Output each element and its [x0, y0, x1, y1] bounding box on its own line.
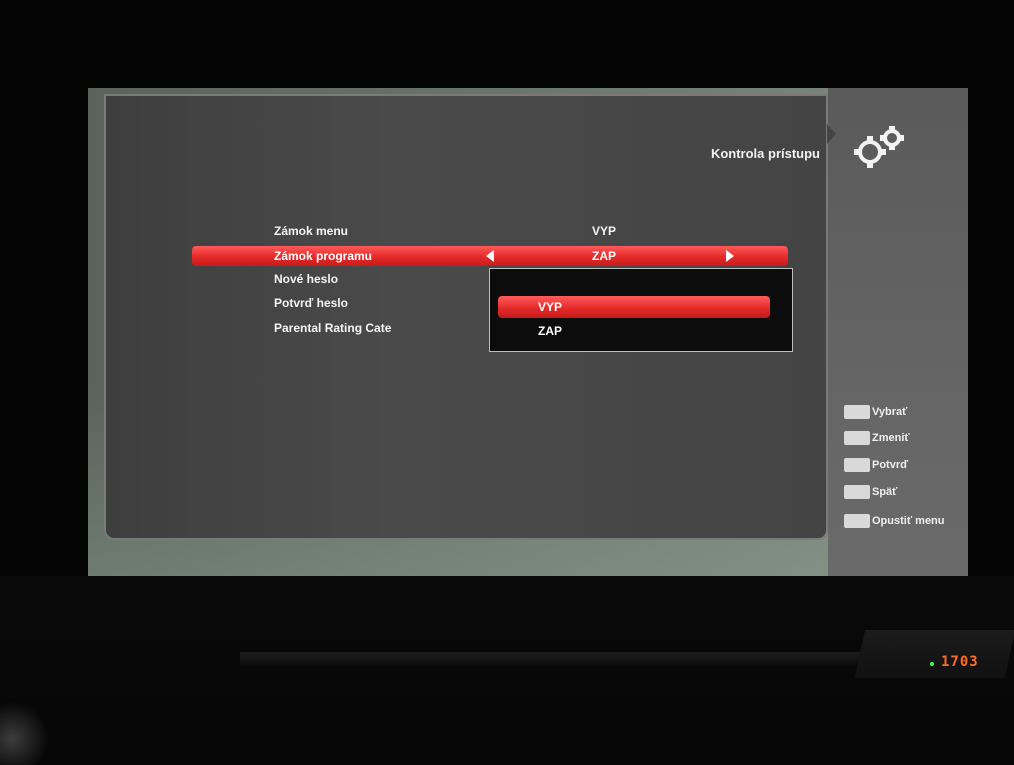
- arrow-right-icon[interactable]: [726, 250, 734, 262]
- hint-back: Späť: [844, 485, 897, 501]
- hint-select: Vybrať: [844, 405, 907, 421]
- menu-row-value-lock-menu: VYP: [592, 224, 617, 238]
- page-title: Kontrola prístupu: [710, 146, 820, 161]
- sidebar-notch: [827, 124, 836, 144]
- menu-row-label-lock-program: Zámok programu: [274, 249, 373, 263]
- tv-screen: Kontrola prístupu Zámok menu VYP Zámok p…: [88, 88, 968, 576]
- key-ok-icon: [844, 458, 870, 472]
- dropdown-option-label: VYP: [538, 300, 563, 314]
- menu-row-value-lock-program: ZAP: [592, 249, 616, 263]
- hint-change: Zmeniť: [844, 431, 910, 447]
- set-top-box-front: [854, 630, 1014, 678]
- light-glare: [0, 700, 60, 765]
- power-led-icon: [930, 662, 934, 666]
- menu-row-label-confirm-password[interactable]: Potvrď heslo: [274, 296, 348, 310]
- menu-panel: Kontrola prístupu Zámok menu VYP Zámok p…: [104, 94, 828, 540]
- key-ok-icon: [844, 405, 870, 419]
- sidebar: Vybrať Zmeniť Potvrď Späť Opustiť menu: [827, 88, 968, 576]
- menu-row-selected[interactable]: Zámok programu ZAP: [192, 246, 788, 266]
- receiver-display: 1703: [941, 654, 979, 670]
- set-top-box: [240, 652, 960, 666]
- menu-row-label-parental-rating[interactable]: Parental Rating Cate: [274, 321, 391, 335]
- arrow-left-icon[interactable]: [486, 250, 494, 262]
- dropdown-option-selected[interactable]: VYP: [498, 296, 770, 318]
- key-back-icon: [844, 485, 870, 499]
- dropdown-option-label: ZAP: [538, 324, 562, 338]
- key-exit-icon: [844, 514, 870, 528]
- hint-exit-menu: Opustiť menu: [844, 514, 945, 530]
- menu-row-label-lock-menu[interactable]: Zámok menu: [274, 224, 348, 238]
- key-arrows-icon: [844, 431, 870, 445]
- gear-icon: [854, 126, 904, 168]
- value-dropdown[interactable]: VYP ZAP: [489, 268, 793, 352]
- menu-row-label-new-password[interactable]: Nové heslo: [274, 272, 338, 286]
- dropdown-option[interactable]: ZAP: [498, 320, 770, 342]
- hint-confirm: Potvrď: [844, 458, 908, 474]
